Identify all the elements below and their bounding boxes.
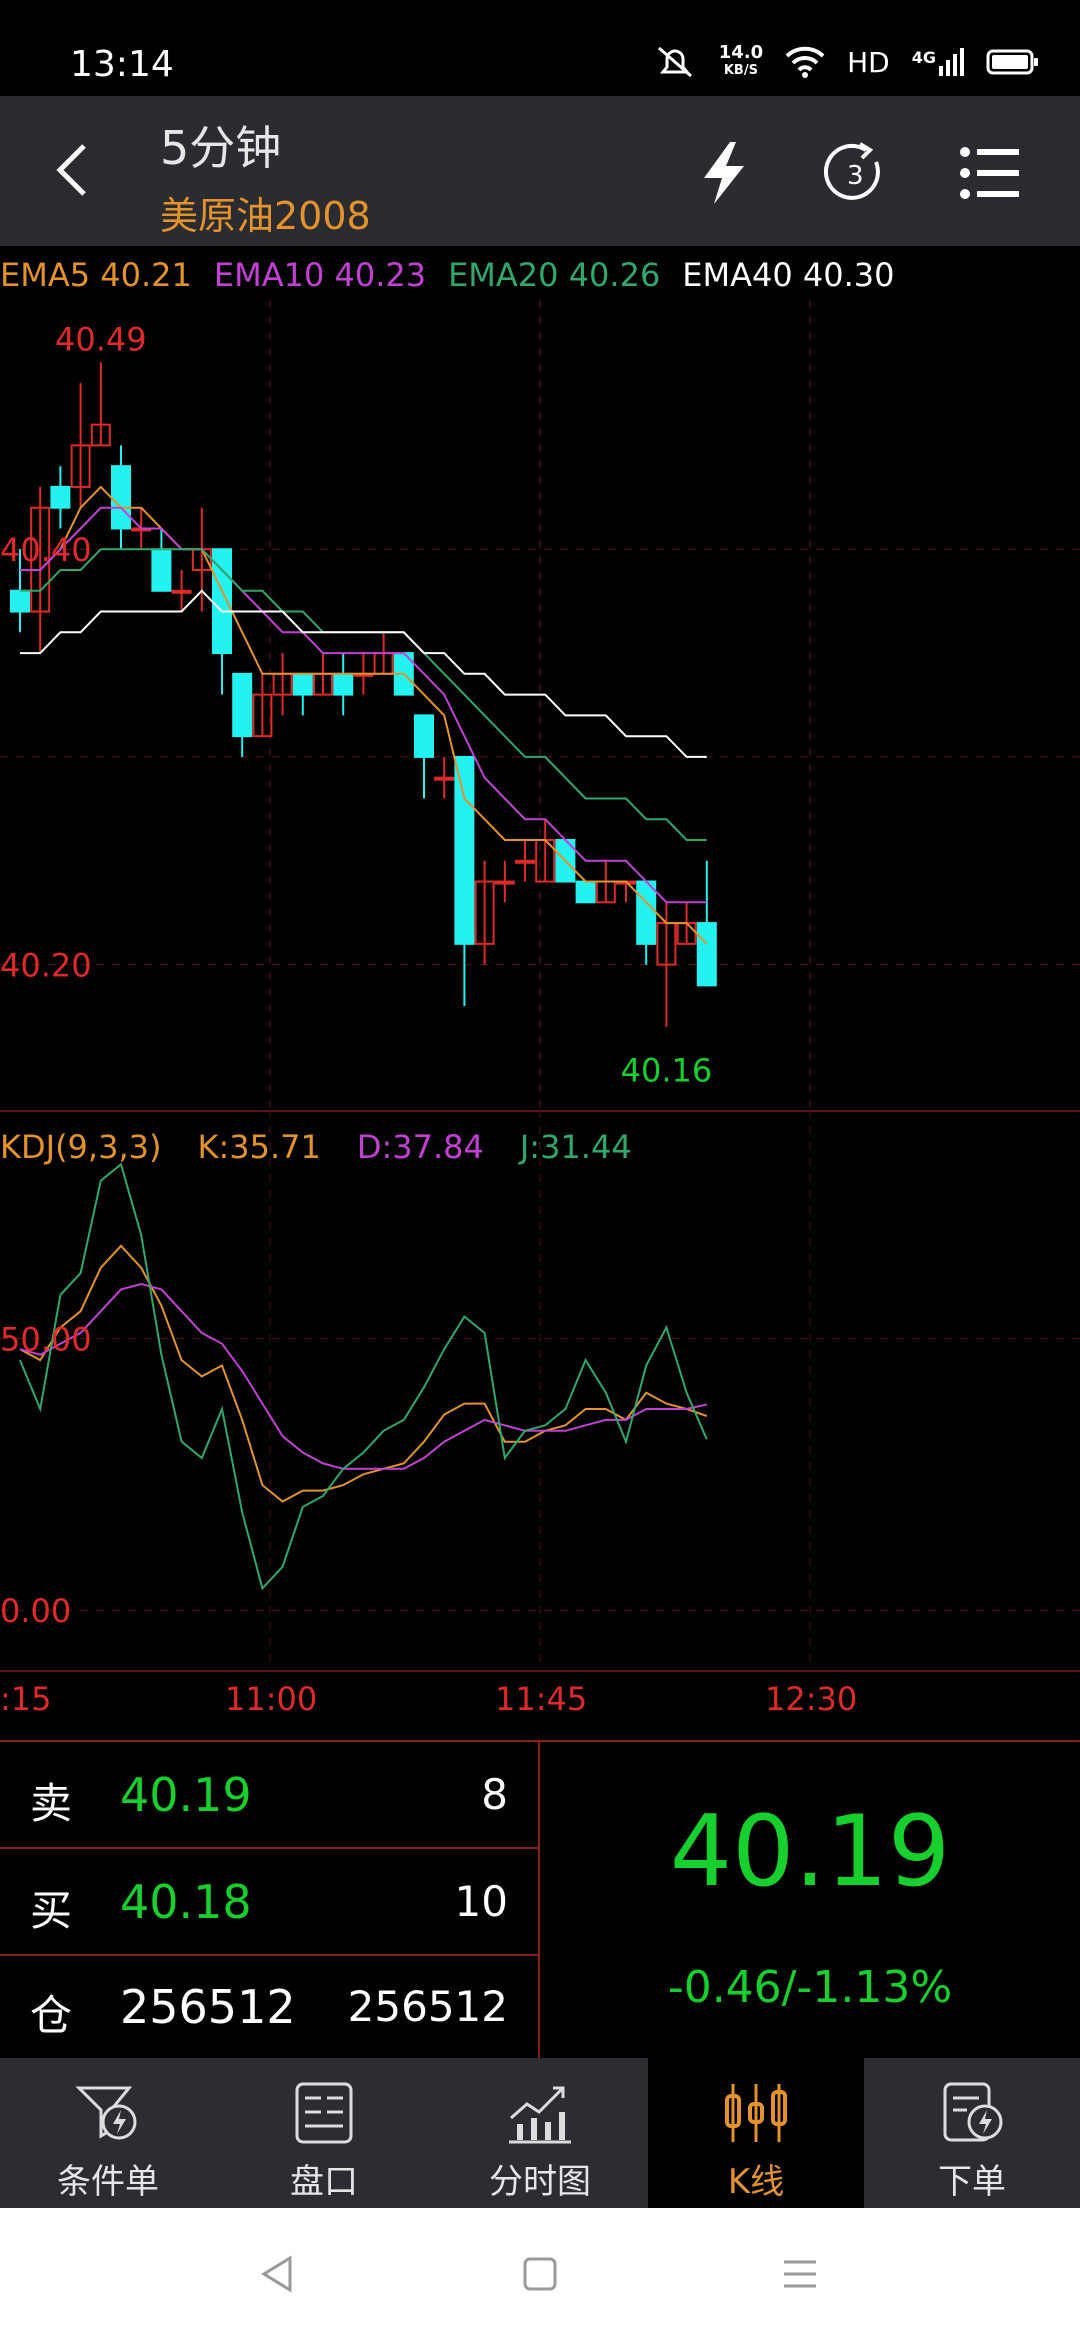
sell-label: 卖 [30,1779,73,1828]
candlestick-chart[interactable]: 40.40 40.20 40.49 40.16 [0,300,1080,1110]
order-book-icon [295,2082,353,2144]
ema-legend: EMA5 40.21 EMA10 40.23 EMA20 40.26 EMA40… [0,256,895,294]
sell-volume: 8 [481,1770,508,1819]
intraday-chart-icon [509,2086,571,2144]
position-value-2: 256512 [347,1982,508,2031]
tab-condition-order[interactable]: 条件单 [0,2058,216,2208]
wifi-icon [785,46,825,78]
position-row: 仓 256512 256512 [0,1956,538,2058]
time-tick-label: 12:30 [765,1680,858,1718]
kdj-line-k [19,1244,708,1503]
kdj-axis-label: 50.00 [0,1320,92,1358]
candle-body [171,589,192,594]
ema-line-ema10 [20,506,707,904]
last-price: 40.19 [669,1795,951,1909]
contract-name: 美原油2008 [160,194,371,238]
position-label: 仓 [30,1991,73,2040]
candle-body [515,859,535,864]
price-axis-label: 40.40 [0,531,92,569]
menu-list-icon[interactable] [955,138,1025,208]
candle-body [636,880,657,945]
tab-kline[interactable]: K线 [648,2058,864,2208]
panel-divider [0,1670,1080,1672]
low-price-label: 40.16 [621,1052,713,1090]
status-time: 13:14 [70,44,174,85]
candle-body [10,589,30,613]
ema20-label: EMA20 40.26 [448,256,661,294]
back-arrow-icon[interactable] [46,140,106,200]
sell-row[interactable]: 卖 40.19 8 [0,1742,538,1849]
candle-body [292,672,313,696]
candle-body [696,922,717,987]
candle-body [151,548,172,592]
ema40-label: EMA40 40.30 [682,256,895,294]
page-title: 5分钟 [160,121,282,175]
price-change: -0.46/-1.13% [667,1962,953,2013]
ema10-label: EMA10 40.23 [213,256,427,294]
mute-icon [657,46,692,78]
time-tick-label: :15 [0,1680,52,1718]
lightning-icon[interactable] [690,138,760,208]
nav-home-icon[interactable] [520,2254,560,2294]
tab-order-book[interactable]: 盘口 [216,2058,432,2208]
kdj-axis-label: 0.00 [0,1592,71,1630]
buy-label: 买 [30,1886,73,1935]
battery-icon [986,49,1038,75]
condition-order-icon [75,2086,137,2140]
period-switch-icon[interactable]: 3 [820,138,890,208]
candle-body [333,672,354,696]
tab-place-order[interactable]: 下单 [864,2058,1080,2208]
candle-body [111,465,131,530]
hd-label: HD [847,45,890,79]
time-tick-label: 11:45 [495,1680,588,1718]
high-price-label: 40.49 [55,320,147,358]
candle-body [494,880,515,885]
candle-body [50,485,71,509]
net-speed: 14.0 KB/S [718,42,764,79]
kdj-line-d [19,1282,708,1470]
svg-text:3: 3 [847,161,864,191]
kdj-chart[interactable]: 50.00 0.00 [0,1110,1080,1670]
place-order-icon [943,2082,1003,2142]
time-tick-label: 11:00 [225,1680,318,1718]
ema5-label: EMA5 40.21 [0,256,192,294]
position-value: 256512 [120,1980,296,2034]
kdj-line-j [19,1162,708,1591]
buy-volume: 10 [454,1877,508,1926]
candle-body [232,672,253,738]
buy-price: 40.18 [120,1875,252,1929]
candle-body [414,714,434,758]
buy-row[interactable]: 买 40.18 10 [0,1849,538,1956]
candle-body [575,880,596,904]
nav-menu-icon[interactable] [780,2254,820,2294]
signal-icon: 4G [912,48,964,76]
tab-intraday-chart[interactable]: 分时图 [432,2058,648,2208]
status-icons: 14.0 KB/S HD 4G [653,44,1040,80]
candle-body [434,776,455,781]
price-axis-label: 40.20 [0,947,92,985]
candle-body [454,755,475,945]
nav-back-icon[interactable] [258,2254,298,2294]
kline-icon [725,2084,787,2142]
time-axis: :15 11:00 11:45 12:30 [0,1680,1080,1730]
sell-price: 40.19 [120,1768,252,1822]
